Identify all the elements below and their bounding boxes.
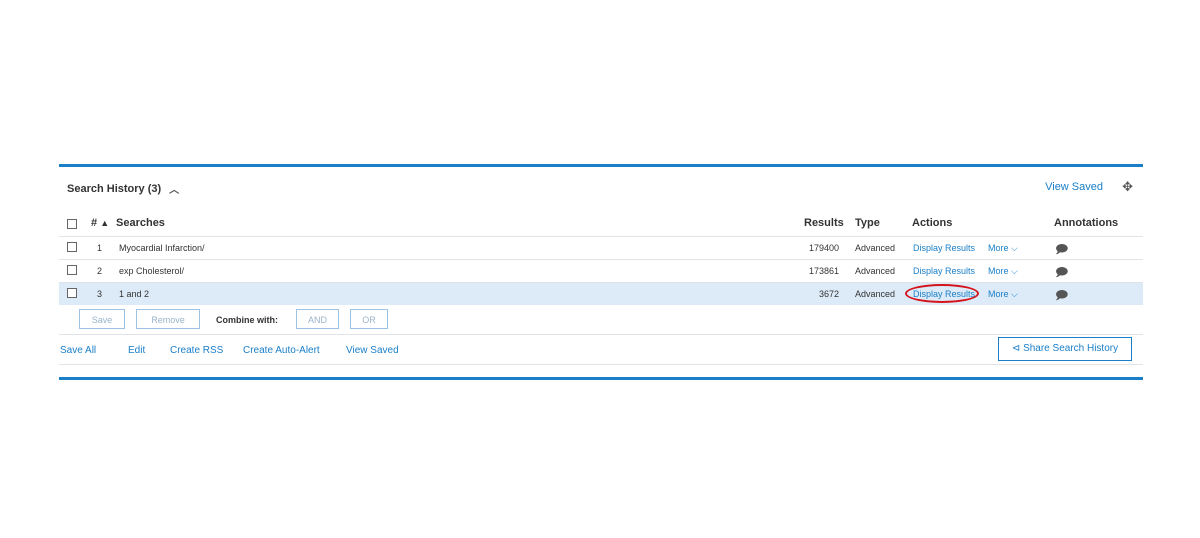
column-header-type: Type <box>855 217 880 229</box>
search-query: exp Cholesterol/ <box>119 266 185 276</box>
share-search-history-button[interactable]: ⊲ Share Search History <box>998 337 1132 361</box>
search-query: 1 and 2 <box>119 289 150 299</box>
table-row: 1 Myocardial Infarction/ 179400 Advanced… <box>59 236 1143 259</box>
row-number: 3 <box>97 289 103 299</box>
more-dropdown[interactable]: More ⌵ <box>988 243 1018 254</box>
row-checkbox[interactable] <box>67 288 77 298</box>
row-checkbox[interactable] <box>67 242 77 252</box>
view-saved-link[interactable]: View Saved <box>1045 181 1103 193</box>
search-history-header[interactable]: Search History (3) ︿ <box>67 181 179 197</box>
column-header-actions: Actions <box>912 217 953 229</box>
move-icon[interactable]: ✥ <box>1122 179 1133 195</box>
search-history-title: Search History (3) <box>67 182 162 195</box>
more-dropdown[interactable]: More ⌵ <box>988 266 1018 277</box>
column-header-num[interactable]: # ▲ <box>91 217 109 229</box>
save-button[interactable]: Save <box>79 309 125 329</box>
search-type: Advanced <box>855 266 896 276</box>
search-query: Myocardial Infarction/ <box>119 243 205 253</box>
share-icon: ⊲ <box>1011 343 1021 354</box>
row-number: 2 <box>97 266 103 276</box>
comment-icon[interactable]: 🗩 <box>1055 286 1068 307</box>
row-checkbox[interactable] <box>67 265 77 275</box>
or-button[interactable]: OR <box>350 309 388 329</box>
share-label: Share Search History <box>1023 343 1119 354</box>
table-row: 3 1 and 2 3672 Advanced Display Results … <box>59 282 1143 305</box>
display-results-link[interactable]: Display Results <box>913 243 975 253</box>
comment-icon[interactable]: 🗩 <box>1055 263 1068 284</box>
footer-divider <box>59 334 1143 335</box>
create-auto-alert-link[interactable]: Create Auto-Alert <box>243 345 320 356</box>
row-number: 1 <box>97 243 103 253</box>
create-rss-link[interactable]: Create RSS <box>170 345 223 356</box>
save-all-link[interactable]: Save All <box>60 345 96 356</box>
chevron-up-icon[interactable]: ︿ <box>169 181 179 196</box>
column-header-searches: Searches <box>116 217 165 229</box>
and-button[interactable]: AND <box>296 309 339 329</box>
result-count: 3672 <box>818 289 839 299</box>
num-label: # <box>91 217 98 229</box>
display-results-link[interactable]: Display Results <box>913 266 975 276</box>
edit-link[interactable]: Edit <box>128 345 145 356</box>
result-count: 179400 <box>808 243 839 253</box>
more-dropdown[interactable]: More ⌵ <box>988 289 1018 300</box>
combine-with-label: Combine with: <box>216 315 278 325</box>
table-row: 2 exp Cholesterol/ 173861 Advanced Displ… <box>59 259 1143 282</box>
column-header-results: Results <box>804 217 844 229</box>
search-history-panel: Search History (3) ︿ View Saved ✥ # ▲ Se… <box>59 164 1143 380</box>
remove-button[interactable]: Remove <box>136 309 200 329</box>
comment-icon[interactable]: 🗩 <box>1055 240 1068 261</box>
search-type: Advanced <box>855 243 896 253</box>
search-type: Advanced <box>855 289 896 299</box>
sort-ascending-icon: ▲ <box>100 218 110 228</box>
result-count: 173861 <box>808 266 839 276</box>
highlight-circle <box>905 284 979 303</box>
view-saved-footer-link[interactable]: View Saved <box>346 345 399 356</box>
column-header-annotations: Annotations <box>1054 217 1119 229</box>
panel-bottom-divider <box>59 364 1143 365</box>
select-all-checkbox[interactable] <box>67 219 77 229</box>
